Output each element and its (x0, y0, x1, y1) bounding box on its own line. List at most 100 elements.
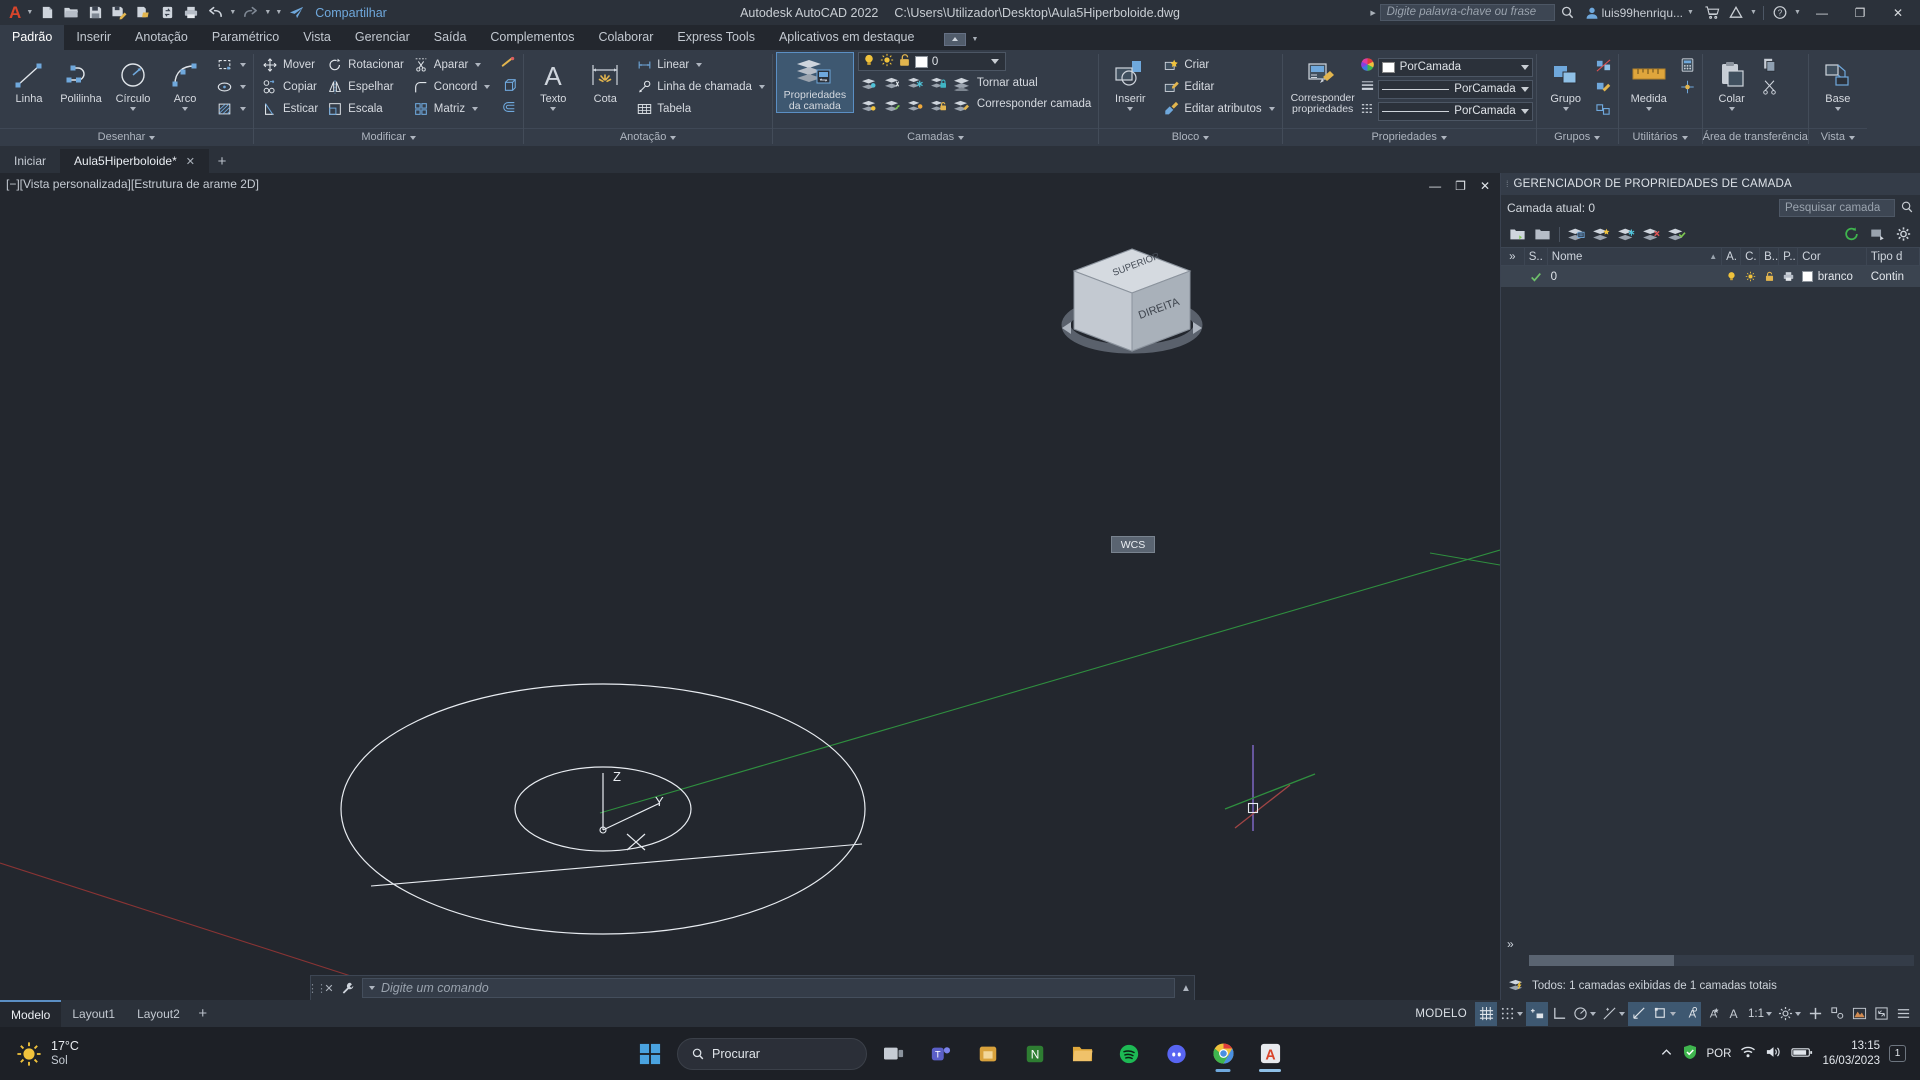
lightbulb-on-icon[interactable] (1722, 266, 1741, 287)
annotation-scale-toggle[interactable]: A (1723, 1002, 1745, 1026)
unlock-icon[interactable] (898, 53, 911, 70)
column-lock[interactable]: B.. (1760, 247, 1780, 266)
group-selection-button[interactable] (1592, 98, 1615, 120)
command-line[interactable]: ⋮⋮ ✕ Digite um comando ▲ (307, 975, 1195, 1001)
block-edit-attributes-button[interactable]: Editar atributos (1158, 98, 1278, 120)
search-expander-icon[interactable]: ▶ (1369, 2, 1378, 24)
chevron-down-icon[interactable] (958, 135, 965, 140)
ribbon-tab-padrao[interactable]: Padrão (0, 25, 65, 50)
layer-thaw-button[interactable] (904, 94, 927, 116)
column-name[interactable]: Nome ▲ (1548, 247, 1723, 266)
column-linetype[interactable]: Tipo d (1867, 247, 1920, 266)
new-file-tab-button[interactable]: + (209, 149, 235, 173)
layer-control-combo[interactable]: 0 (857, 52, 1006, 71)
chevron-down-icon[interactable]: ▼ (1749, 2, 1758, 24)
chevron-down-icon[interactable] (240, 63, 246, 67)
palette-grip[interactable]: ⁞ (1506, 180, 1508, 189)
viewport-close-button[interactable]: ✕ (1480, 179, 1490, 193)
undo-arrow-icon[interactable] (204, 2, 226, 24)
object-snap-tracking-toggle[interactable] (1628, 1001, 1650, 1026)
dynamic-ucs-toggle[interactable] (1650, 1001, 1679, 1026)
chevron-down-icon[interactable] (472, 107, 479, 111)
chevron-down-icon[interactable] (670, 135, 677, 140)
snap-mode-toggle[interactable] (1497, 1002, 1526, 1026)
command-input[interactable]: Digite um comando (362, 978, 1175, 998)
ribbon-tab-gerenciar[interactable]: Gerenciar (343, 25, 422, 50)
modify-fillet-button[interactable]: Concord (408, 76, 494, 98)
open-folder-icon[interactable] (60, 2, 82, 24)
annotation-visibility-toggle[interactable]: A (1679, 1001, 1701, 1026)
chevron-down-icon[interactable] (1127, 107, 1134, 111)
chevron-down-icon[interactable] (1268, 107, 1275, 111)
command-line-grip[interactable]: ⋮⋮ (307, 982, 327, 995)
id-point-button[interactable] (1676, 76, 1699, 98)
close-icon[interactable]: ✕ (321, 982, 337, 995)
annot-text-button[interactable]: A Texto (527, 54, 579, 111)
status-menu-button[interactable] (1892, 1002, 1914, 1026)
chevron-down-icon[interactable] (1590, 1011, 1596, 1016)
block-edit-button[interactable]: Editar (1158, 76, 1278, 98)
printer-icon[interactable] (1779, 266, 1798, 287)
apply-button[interactable] (1866, 223, 1889, 245)
ribbon-tab-complementos[interactable]: Complementos (478, 25, 586, 50)
spotify-icon[interactable] (1109, 1034, 1149, 1074)
gear-icon[interactable] (1892, 223, 1915, 245)
chevron-down-icon[interactable] (130, 107, 136, 111)
task-view-icon[interactable] (874, 1034, 914, 1074)
battery-icon[interactable] (1791, 1046, 1813, 1062)
chrome-icon[interactable] (1203, 1034, 1243, 1074)
new-layout-button[interactable]: + (191, 1005, 215, 1022)
linetype-combo[interactable]: PorCamada (1377, 101, 1533, 121)
annotation-scale-value[interactable]: 1:1 (1745, 1002, 1775, 1026)
ribbon-tab-inserir[interactable]: Inserir (64, 25, 123, 50)
export-icon[interactable] (132, 2, 154, 24)
palette-horizontal-scrollbar[interactable] (1529, 955, 1914, 966)
file-tab-iniciar[interactable]: Iniciar (0, 149, 61, 173)
model-space-button[interactable]: MODELO (1407, 1002, 1475, 1026)
column-plot[interactable]: P.. (1779, 247, 1799, 266)
modify-stretch-button[interactable]: Esticar (257, 98, 322, 120)
modify-mirror-button[interactable]: Espelhar (322, 76, 408, 98)
paste-button[interactable]: Colar (1706, 54, 1758, 111)
cart-icon[interactable] (1701, 2, 1723, 24)
chevron-down-icon[interactable] (1440, 135, 1447, 140)
hardware-acceleration-button[interactable] (1848, 1002, 1870, 1026)
modify-scale-button[interactable]: Escala (322, 98, 408, 120)
layer-match-button[interactable] (950, 94, 973, 116)
chevron-down-icon[interactable] (550, 107, 557, 111)
chevron-down-icon[interactable] (1520, 108, 1529, 114)
chevron-down-icon[interactable] (409, 135, 416, 140)
share-label[interactable]: Compartilhar (315, 6, 387, 20)
printer-icon[interactable] (180, 2, 202, 24)
copy-clip-button[interactable] (1758, 54, 1781, 76)
chevron-down-icon[interactable] (1670, 1011, 1676, 1016)
customization-button[interactable] (1804, 1002, 1826, 1026)
group-button[interactable]: Grupo (1540, 54, 1592, 111)
chevron-down-icon[interactable] (149, 135, 156, 140)
color-wheel-icon[interactable] (1360, 57, 1375, 77)
ribbon-minimize-dropdown-icon[interactable]: ▼ (970, 28, 979, 50)
new-property-filter-button[interactable] (1615, 223, 1638, 245)
command-history-icon[interactable] (369, 986, 375, 990)
viewport-restore-button[interactable]: ❐ (1455, 179, 1466, 193)
annot-table-button[interactable]: Tabela (631, 98, 769, 120)
chevron-down-icon[interactable] (1681, 135, 1688, 140)
layer-linetype[interactable]: Contin (1867, 266, 1920, 287)
draw-line-button[interactable]: Linha (3, 54, 55, 105)
language-indicator[interactable]: POR (1707, 1048, 1732, 1060)
draw-rectangle-button[interactable] (211, 54, 250, 76)
ribbon-tab-colaborar[interactable]: Colaborar (586, 25, 665, 50)
object-color-combo[interactable]: PorCamada (1377, 57, 1533, 77)
autocad-icon[interactable]: A (1250, 1034, 1290, 1074)
block-create-button[interactable]: Criar (1158, 54, 1278, 76)
qat-customize-icon[interactable]: ▼ (274, 2, 283, 24)
table-row[interactable]: 0 branco Contin (1501, 266, 1920, 287)
speaker-icon[interactable] (1765, 1045, 1782, 1062)
layer-search-input[interactable]: Pesquisar camada (1779, 199, 1895, 217)
annot-leader-button[interactable]: Linha de chamada (631, 76, 769, 98)
chevron-double-right-icon[interactable]: » (1507, 937, 1514, 951)
chevron-down-icon[interactable] (1520, 86, 1529, 92)
modify-copy-button[interactable]: Copiar (257, 76, 322, 98)
window-restore-button[interactable]: ❐ (1842, 0, 1878, 25)
isolate-objects-button[interactable] (1826, 1002, 1848, 1026)
